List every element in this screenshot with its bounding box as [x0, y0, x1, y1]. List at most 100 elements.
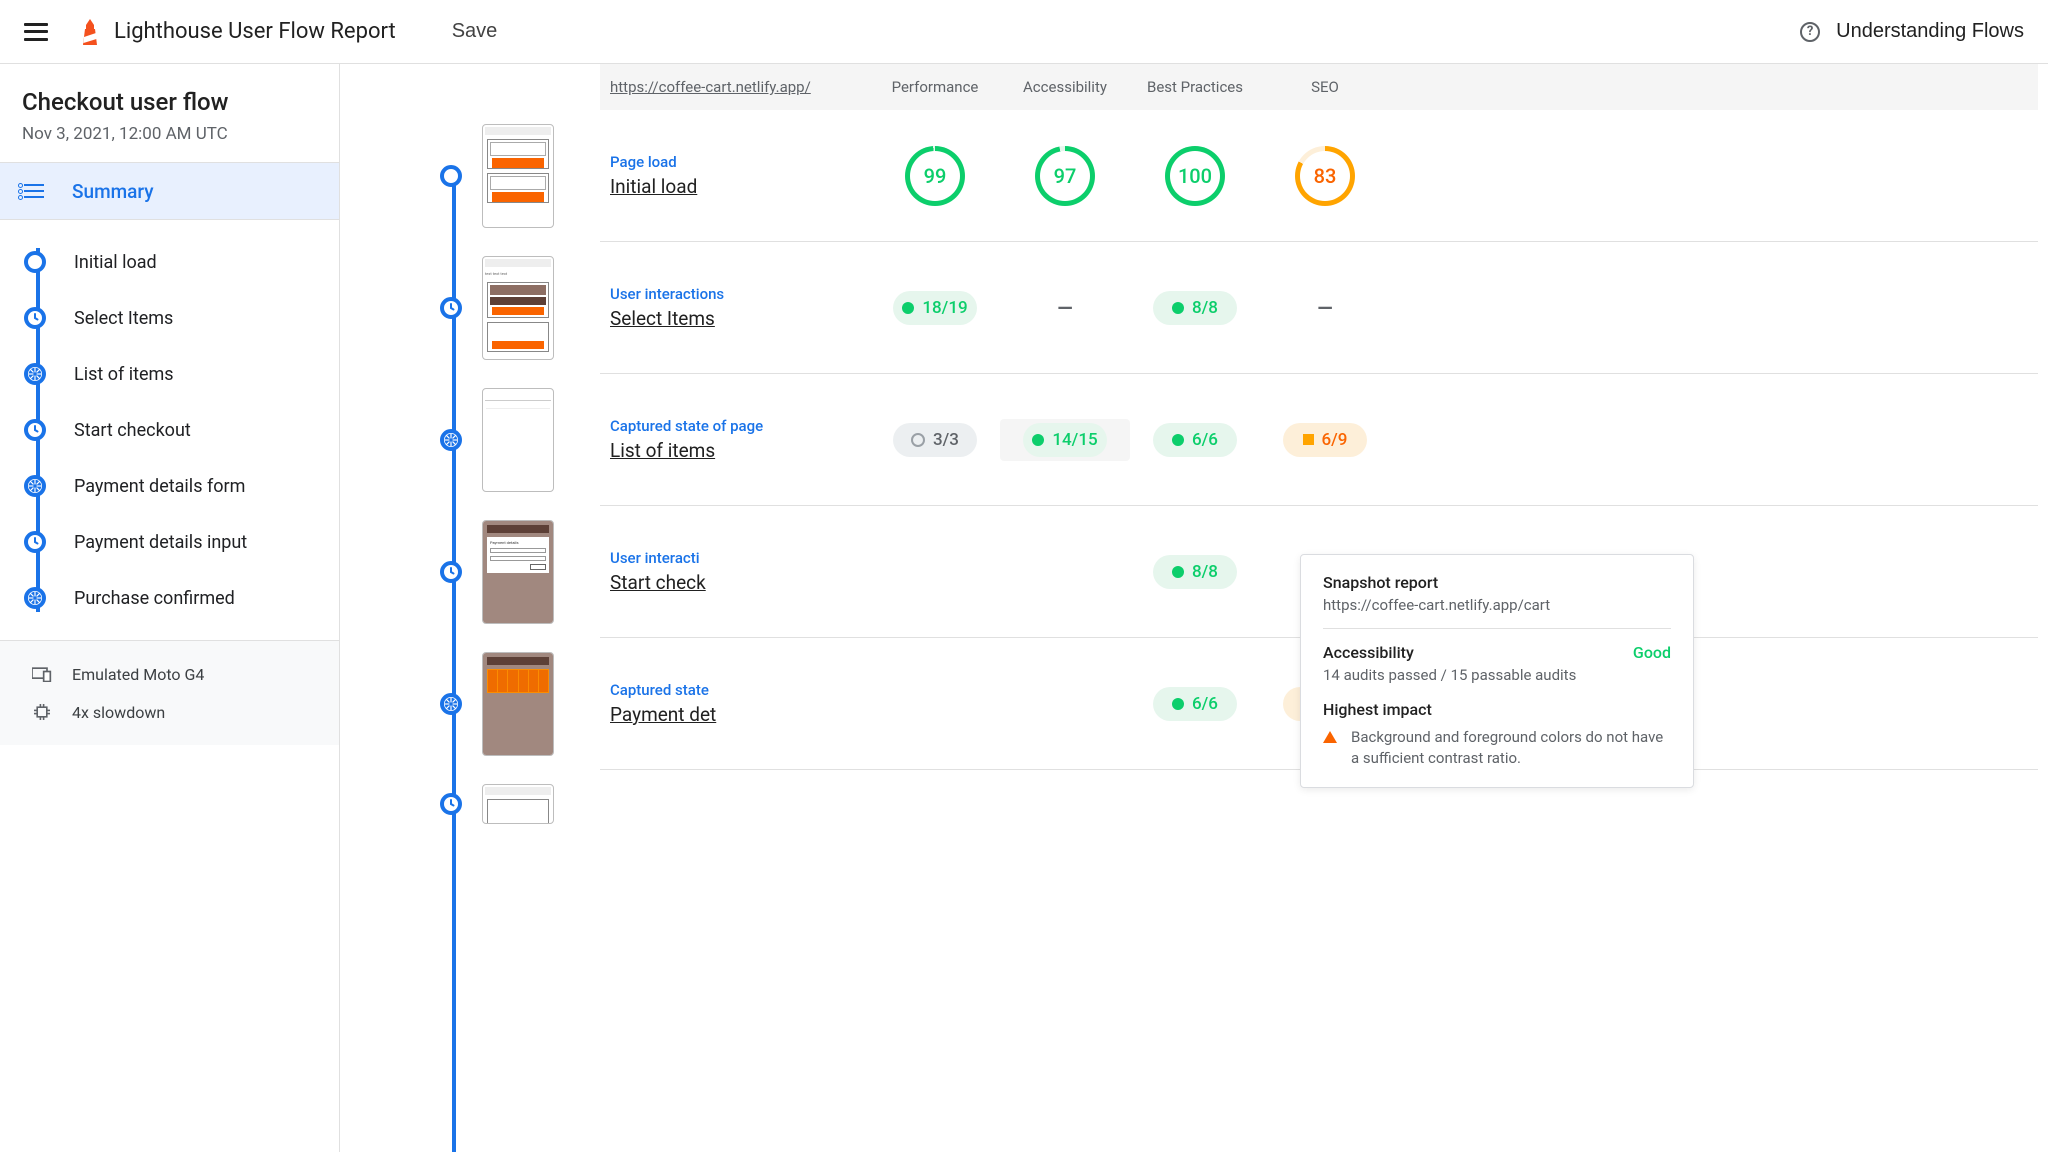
row-type: User interactions	[610, 285, 870, 303]
tooltip-title: Snapshot report	[1323, 573, 1671, 592]
tooltip-url: https://coffee-cart.netlify.app/cart	[1323, 596, 1671, 614]
step-label: Start checkout	[74, 420, 191, 441]
sidebar-step[interactable]: Initial load	[0, 234, 339, 290]
device-icon	[32, 666, 52, 682]
sidebar-summary-label: Summary	[72, 180, 154, 203]
screenshot-thumbnail[interactable]: text text text	[482, 256, 554, 360]
step-node-icon	[24, 419, 46, 441]
timeline-item[interactable]	[412, 388, 590, 492]
score-pill[interactable]: 18/19	[893, 291, 977, 325]
step-label: Payment details input	[74, 532, 247, 553]
sidebar-step[interactable]: Purchase confirmed	[0, 570, 339, 626]
step-node-icon	[24, 475, 46, 497]
screenshot-thumbnail[interactable]	[482, 124, 554, 228]
flow-date: Nov 3, 2021, 12:00 AM UTC	[22, 124, 317, 144]
step-label: Select Items	[74, 308, 173, 329]
timeline-node-icon	[440, 165, 462, 187]
app-title: Lighthouse User Flow Report	[114, 19, 396, 44]
step-label: Payment details form	[74, 476, 245, 497]
emulated-device: Emulated Moto G4	[0, 655, 339, 693]
score-pill[interactable]: 8/8	[1153, 555, 1237, 589]
report-row: Page load Initial load 99 97 100 83	[600, 110, 2038, 242]
row-type: Page load	[610, 153, 870, 171]
sidebar-step[interactable]: Payment details input	[0, 514, 339, 570]
row-name-link[interactable]: Payment det	[610, 703, 870, 726]
timeline-node-icon	[440, 297, 462, 319]
score-gauge[interactable]: 83	[1295, 146, 1355, 206]
step-node-icon	[24, 363, 46, 385]
timeline-node-icon	[440, 429, 462, 451]
col-best-practices: Best Practices	[1130, 78, 1260, 96]
topbar: Lighthouse User Flow Report Save ? Under…	[0, 0, 2048, 64]
row-type: Captured state	[610, 681, 870, 699]
col-seo: SEO	[1260, 78, 1390, 96]
warning-triangle-icon	[1323, 731, 1337, 743]
timeline-node-icon	[440, 693, 462, 715]
tooltip-rating: Good	[1633, 643, 1671, 662]
timeline-item[interactable]: Payment details	[412, 520, 590, 624]
timeline-item[interactable]: text text text	[412, 256, 590, 360]
timeline-node-icon	[440, 561, 462, 583]
screenshot-thumbnail[interactable]	[482, 652, 554, 756]
step-node-icon	[24, 531, 46, 553]
cpu-icon	[32, 704, 52, 720]
score-pill[interactable]: 3/3	[893, 423, 977, 457]
col-performance: Performance	[870, 78, 1000, 96]
sidebar-steps: Initial load Select Items List of items Sta…	[0, 220, 339, 640]
sidebar-step[interactable]: Payment details form	[0, 458, 339, 514]
step-label: Purchase confirmed	[74, 588, 235, 609]
score-gauge[interactable]: 100	[1165, 146, 1225, 206]
sidebar-step[interactable]: Select Items	[0, 290, 339, 346]
score-gauge[interactable]: 99	[905, 146, 965, 206]
step-node-icon	[24, 587, 46, 609]
screenshot-thumbnail[interactable]	[482, 388, 554, 492]
step-label: Initial load	[74, 252, 157, 273]
score-pill[interactable]: 8/8	[1153, 291, 1237, 325]
col-accessibility: Accessibility	[1000, 78, 1130, 96]
score-pill[interactable]: 14/15	[1023, 423, 1107, 457]
tooltip-audits: 14 audits passed / 15 passable audits	[1323, 666, 1671, 684]
score-dash: —	[1000, 296, 1130, 320]
tooltip-impact-title: Highest impact	[1323, 700, 1671, 719]
report-row: Captured state of page List of items 3/3 14…	[600, 374, 2038, 506]
step-label: List of items	[74, 364, 174, 385]
timeline-node-icon	[440, 793, 462, 815]
url-header[interactable]: https://coffee-cart.netlify.app/	[610, 78, 870, 96]
row-type: Captured state of page	[610, 417, 870, 435]
score-dash: —	[1260, 296, 1390, 320]
sidebar-summary[interactable]: Summary	[0, 162, 339, 220]
score-pill[interactable]: 6/6	[1153, 423, 1237, 457]
timeline-item[interactable]	[412, 124, 590, 228]
help-icon[interactable]: ?	[1800, 22, 1820, 42]
score-pill[interactable]: 6/6	[1153, 687, 1237, 721]
score-tooltip: Snapshot report https://coffee-cart.netl…	[1300, 554, 1694, 788]
timeline: text text text Payment details	[340, 64, 590, 1152]
sidebar-step[interactable]: Start checkout	[0, 402, 339, 458]
score-pill[interactable]: 6/9	[1283, 423, 1367, 457]
report-table: https://coffee-cart.netlify.app/ Perform…	[590, 64, 2048, 1152]
row-name-link[interactable]: Start check	[610, 571, 870, 594]
row-name-link[interactable]: Initial load	[610, 175, 870, 198]
report-row: User interactions Select Items 18/19 — 8/8 —	[600, 242, 2038, 374]
step-node-icon	[24, 251, 46, 273]
screenshot-thumbnail[interactable]: Payment details	[482, 520, 554, 624]
menu-icon[interactable]	[24, 23, 48, 41]
flow-title: Checkout user flow	[22, 88, 317, 116]
tooltip-category: Accessibility	[1323, 643, 1414, 662]
row-name-link[interactable]: List of items	[610, 439, 870, 462]
screenshot-thumbnail[interactable]	[482, 784, 554, 824]
sidebar: Checkout user flow Nov 3, 2021, 12:00 AM…	[0, 64, 340, 1152]
lighthouse-logo-icon	[80, 19, 100, 45]
row-type: User interacti	[610, 549, 870, 567]
timeline-item[interactable]	[412, 784, 590, 824]
cpu-slowdown: 4x slowdown	[0, 693, 339, 731]
score-gauge[interactable]: 97	[1035, 146, 1095, 206]
row-name-link[interactable]: Select Items	[610, 307, 870, 330]
step-node-icon	[24, 307, 46, 329]
save-button[interactable]: Save	[452, 20, 498, 43]
timeline-item[interactable]	[412, 652, 590, 756]
sidebar-step[interactable]: List of items	[0, 346, 339, 402]
tooltip-impact-text: Background and foreground colors do not …	[1351, 727, 1671, 769]
understanding-flows-link[interactable]: Understanding Flows	[1836, 20, 2024, 43]
list-icon	[24, 184, 44, 198]
